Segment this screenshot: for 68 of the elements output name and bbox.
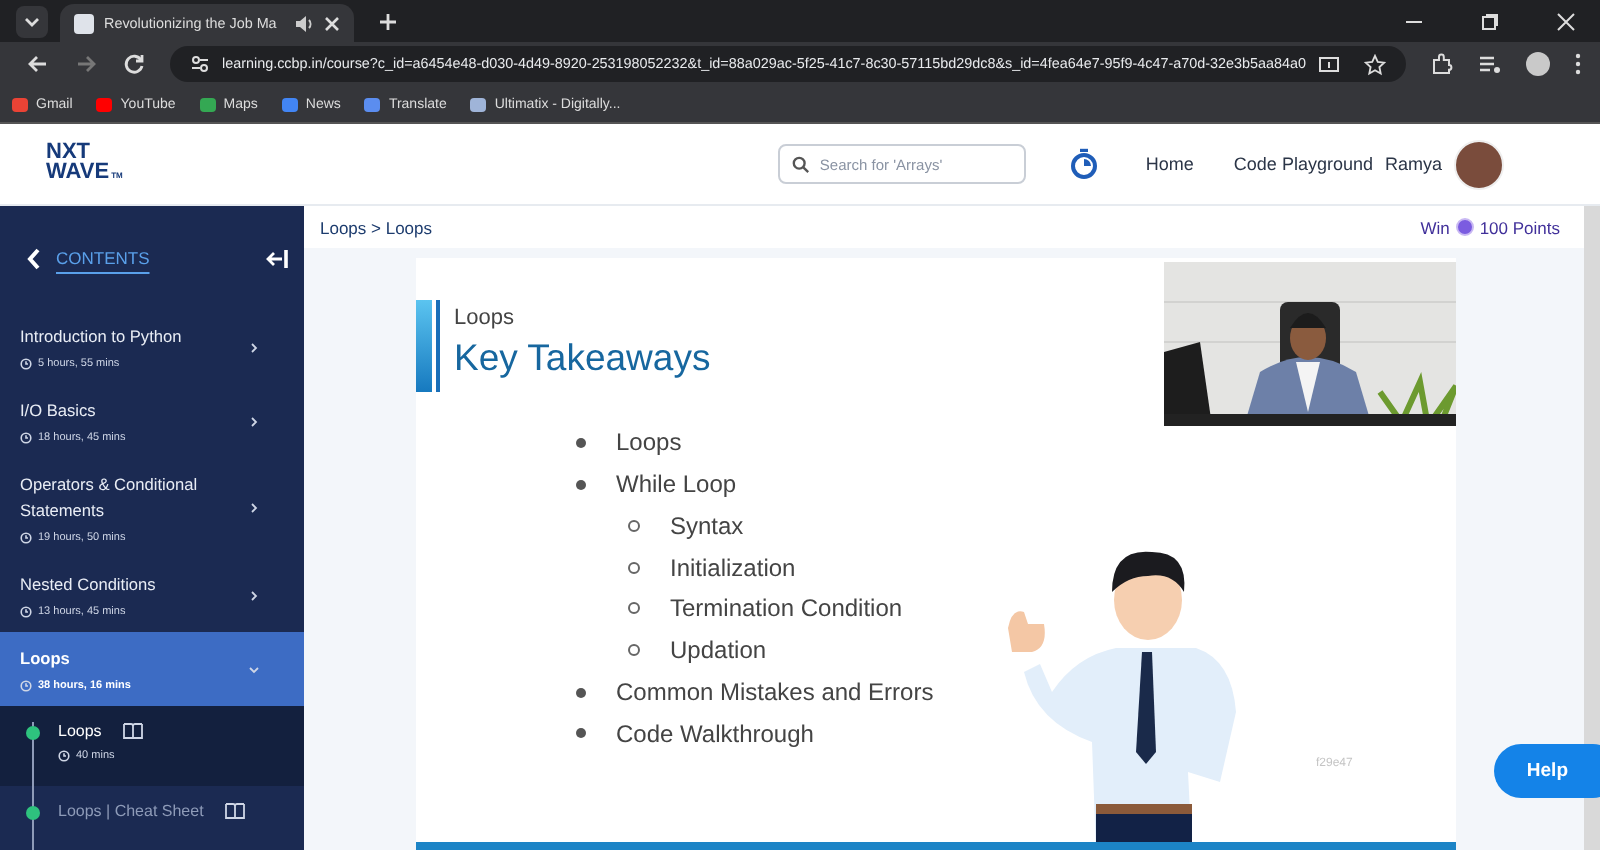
profile-avatar[interactable] xyxy=(1526,52,1550,76)
clock-icon xyxy=(20,432,32,444)
extensions-icon[interactable] xyxy=(1430,52,1454,76)
lesson-title: Loops xyxy=(58,722,102,740)
search-icon xyxy=(791,155,810,173)
forward-icon[interactable] xyxy=(74,52,98,76)
slide-title: Key Takeaways xyxy=(454,336,711,380)
clock-icon xyxy=(20,358,32,370)
user-avatar[interactable] xyxy=(1454,139,1504,189)
bullet-text: Updation xyxy=(670,636,767,665)
bullet-icon xyxy=(576,728,586,739)
bullet-icon xyxy=(628,644,640,657)
close-icon[interactable] xyxy=(324,15,341,31)
bullet-icon xyxy=(576,687,586,698)
bullet-text: Code Walkthrough xyxy=(616,719,814,748)
bullet-icon xyxy=(576,437,586,448)
bullet-icon xyxy=(628,561,640,574)
user-name: Ramya xyxy=(1384,154,1442,174)
nav-link[interactable]: Home xyxy=(1145,154,1194,174)
media-icon[interactable] xyxy=(1478,52,1502,76)
more-icon[interactable] xyxy=(1574,52,1582,76)
module-title: Introduction to Python xyxy=(20,324,184,350)
module-title: Operators & Conditional Statements xyxy=(20,472,200,524)
site-icon xyxy=(74,13,94,33)
bullet-text: Common Mistakes and Errors xyxy=(616,678,934,707)
contents-heading: CONTENTS xyxy=(56,248,150,268)
chevron-icon[interactable] xyxy=(248,502,260,514)
bullet-text: Syntax xyxy=(670,511,744,540)
reward-points: 100 Points xyxy=(1479,217,1560,237)
stopwatch-icon[interactable] xyxy=(1069,148,1098,180)
slide-subtitle: Loops xyxy=(454,304,516,330)
book-icon xyxy=(121,722,144,740)
chevron-icon[interactable] xyxy=(248,589,260,601)
chevron-icon[interactable] xyxy=(248,341,260,353)
restore-icon[interactable] xyxy=(1480,11,1500,31)
bullet-icon xyxy=(628,519,640,532)
speaker-icon[interactable] xyxy=(294,13,315,33)
bullet-text: Loops xyxy=(616,428,682,457)
star-icon[interactable] xyxy=(1364,53,1386,75)
module-title: I/O Basics xyxy=(20,398,98,424)
coin-icon xyxy=(1455,218,1474,236)
collapse-icon[interactable] xyxy=(266,247,288,269)
scrollbar[interactable] xyxy=(1584,206,1600,850)
bullet-icon xyxy=(628,602,640,615)
reload-icon[interactable] xyxy=(122,52,146,76)
bullet-icon xyxy=(576,479,586,490)
help-button[interactable]: Help xyxy=(1494,744,1600,798)
back-icon[interactable] xyxy=(26,52,50,76)
module-title: Loops xyxy=(20,646,72,672)
clock-icon xyxy=(20,680,32,692)
clock-icon xyxy=(20,606,32,618)
clock-icon xyxy=(20,532,32,544)
book-icon xyxy=(223,802,246,820)
module-title: Nested Conditions xyxy=(20,572,158,598)
reward-label: Win xyxy=(1420,217,1450,237)
bullet-text: Initialization xyxy=(670,553,796,582)
bullet-text: Termination Condition xyxy=(670,594,903,623)
site-settings-icon[interactable] xyxy=(190,54,210,74)
breadcrumb[interactable]: Loops > Loops xyxy=(320,217,433,237)
lesson-title: Loops | Cheat Sheet xyxy=(58,802,204,820)
new-tab-icon[interactable] xyxy=(378,11,399,31)
nav-link[interactable]: Code Playground xyxy=(1233,154,1373,174)
bullet-text: While Loop xyxy=(616,470,737,499)
close-icon[interactable] xyxy=(1556,11,1576,31)
tab-search-icon[interactable] xyxy=(16,5,48,37)
clock-icon xyxy=(58,750,70,762)
install-icon[interactable] xyxy=(1318,53,1340,75)
chevron-icon[interactable] xyxy=(248,415,260,427)
